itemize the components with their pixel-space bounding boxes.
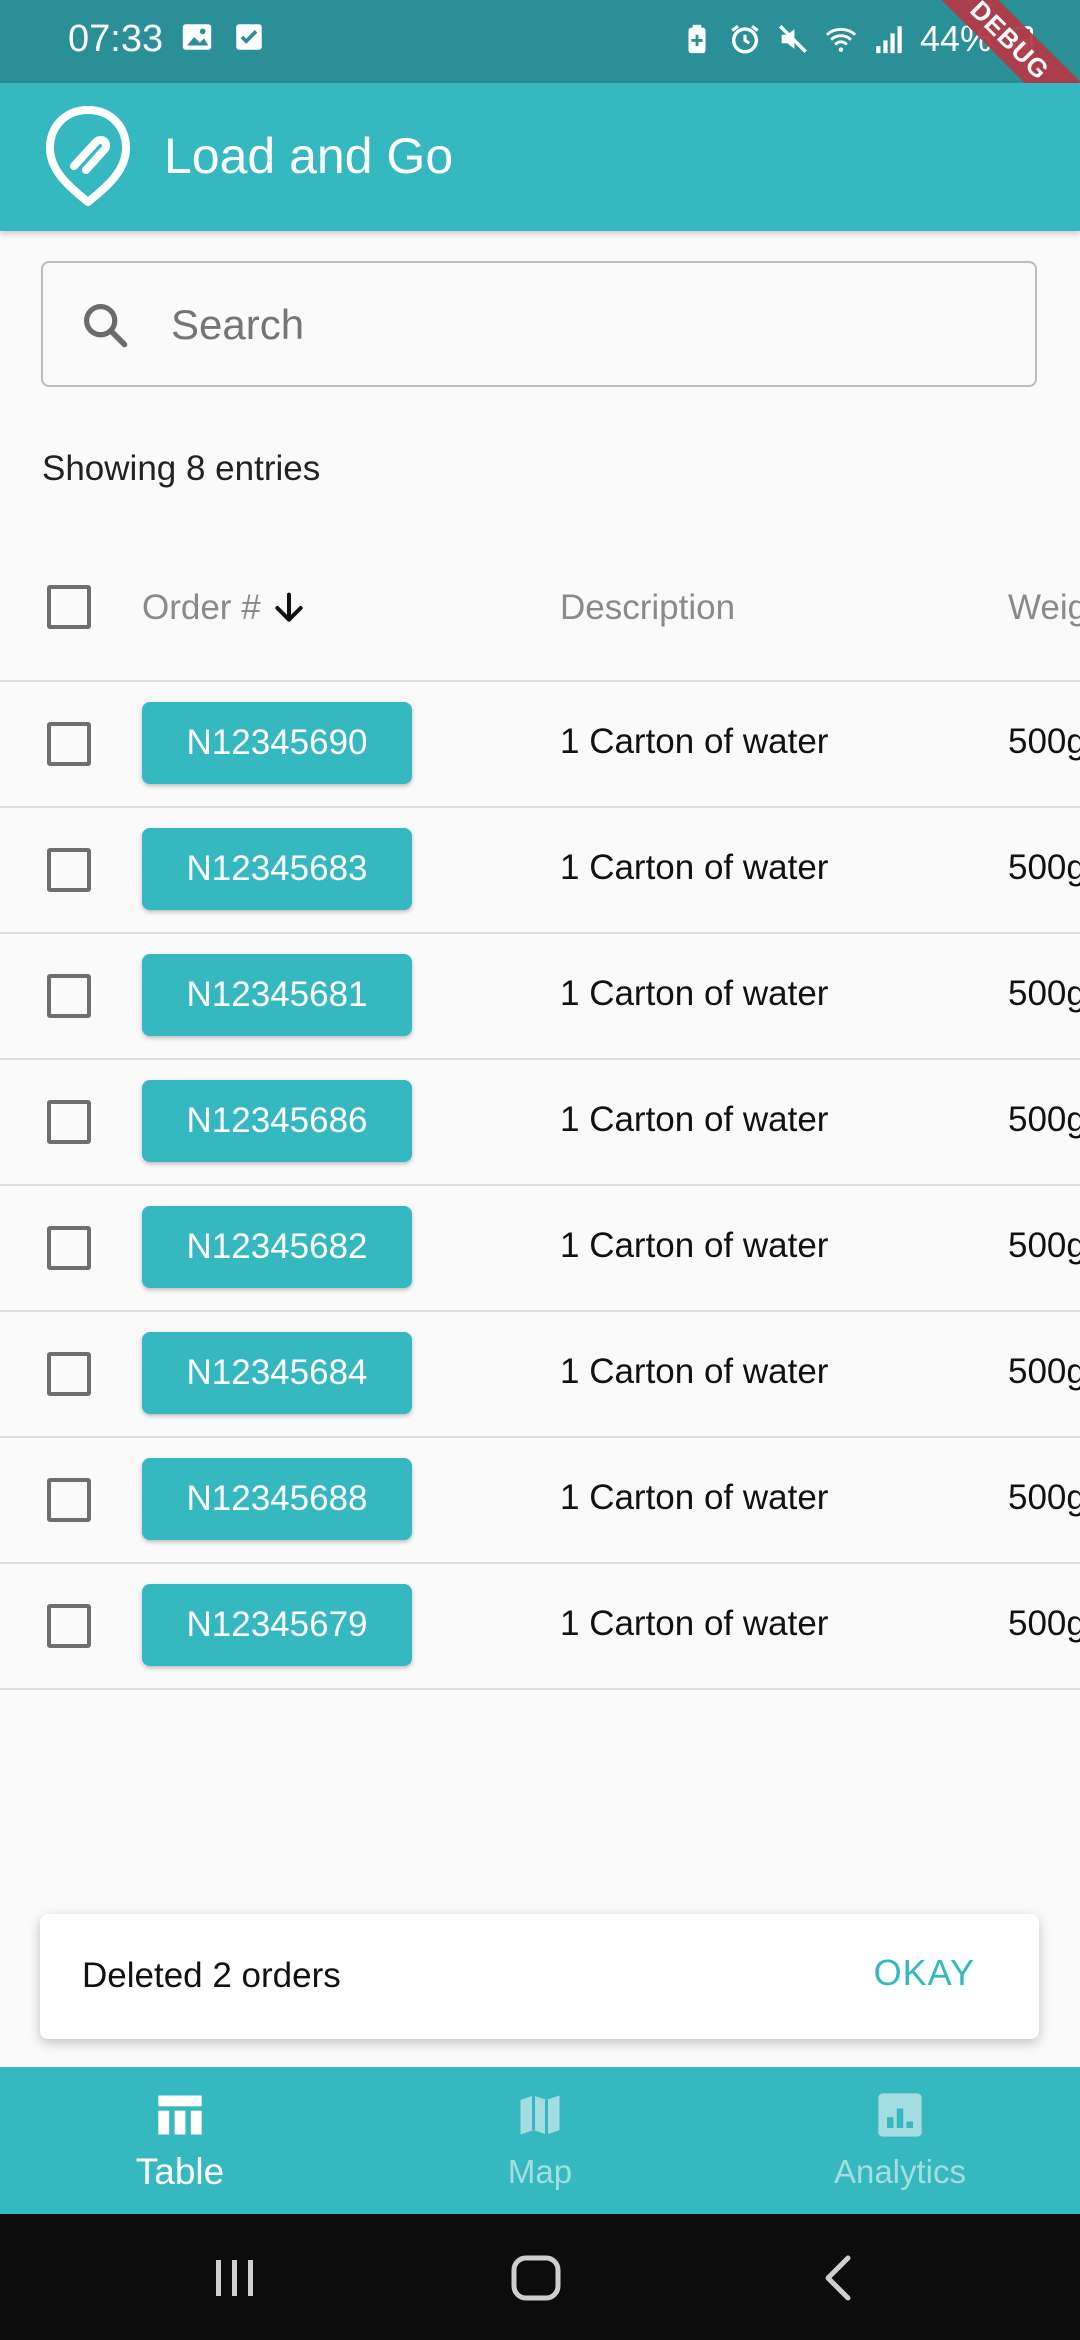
row-checkbox[interactable]: [47, 1100, 91, 1144]
entries-count: Showing 8 entries: [42, 449, 321, 488]
row-weight: 500g: [1008, 848, 1080, 887]
row-weight: 500g: [1008, 1352, 1080, 1391]
table-row[interactable]: N12345686 1 Carton of water 500g: [0, 1060, 1080, 1186]
order-number-chip[interactable]: N12345681: [142, 954, 412, 1036]
row-weight: 500g: [1008, 1226, 1080, 1265]
row-weight: 500g: [1008, 974, 1080, 1013]
signal-icon: [876, 26, 902, 54]
app-bar: Load and Go: [0, 83, 1080, 231]
table-icon: [158, 2095, 202, 2135]
bottom-navigation: Table Map Analytics: [0, 2067, 1080, 2214]
snackbar: Deleted 2 orders OKAY: [40, 1914, 1039, 2039]
alarm-icon: [731, 25, 759, 54]
table-row[interactable]: N12345688 1 Carton of water 500g: [0, 1438, 1080, 1564]
search-icon: [83, 303, 128, 348]
snackbar-okay-button[interactable]: OKAY: [874, 1952, 975, 1994]
nav-item-table[interactable]: Table: [0, 2067, 360, 2214]
snackbar-message: Deleted 2 orders: [82, 1956, 341, 1995]
column-header-label: Order #: [142, 588, 261, 627]
row-weight: 500g: [1008, 722, 1080, 761]
wifi-icon: [825, 27, 857, 52]
table-header: Order # Description Weig: [0, 540, 1080, 682]
home-icon[interactable]: [506, 2252, 566, 2304]
row-weight: 500g: [1008, 1478, 1080, 1517]
system-navigation-bar: [0, 2214, 1080, 2340]
row-description: 1 Carton of water: [560, 1100, 829, 1139]
row-checkbox[interactable]: [47, 1226, 91, 1270]
nav-label-analytics: Analytics: [833, 2153, 967, 2190]
row-weight: 500g: [1008, 1100, 1080, 1139]
order-number-chip[interactable]: N12345679: [142, 1584, 412, 1666]
analytics-icon: [878, 2093, 922, 2137]
row-description: 1 Carton of water: [560, 1478, 829, 1517]
row-checkbox[interactable]: [47, 1604, 91, 1648]
row-checkbox[interactable]: [47, 1478, 91, 1522]
order-number-chip[interactable]: N12345688: [142, 1458, 412, 1540]
row-description: 1 Carton of water: [560, 1604, 829, 1643]
row-checkbox[interactable]: [47, 722, 91, 766]
search-input[interactable]: [169, 263, 993, 387]
order-number-chip[interactable]: N12345683: [142, 828, 412, 910]
recent-apps-icon[interactable]: [205, 2252, 265, 2304]
row-description: 1 Carton of water: [560, 722, 829, 761]
order-number-chip[interactable]: N12345682: [142, 1206, 412, 1288]
table-row[interactable]: N12345690 1 Carton of water 500g: [0, 682, 1080, 808]
nav-item-map[interactable]: Map: [360, 2067, 720, 2214]
nav-label-map: Map: [507, 2153, 573, 2190]
column-header-order[interactable]: Order #: [142, 588, 309, 628]
row-description: 1 Carton of water: [560, 1226, 829, 1265]
table-row[interactable]: N12345681 1 Carton of water 500g: [0, 934, 1080, 1060]
status-bar: 07:33 44% DEBUG: [0, 0, 1080, 147]
battery-saver-icon: [688, 24, 706, 54]
column-header-weight[interactable]: Weig: [1008, 588, 1080, 628]
row-description: 1 Carton of water: [560, 848, 829, 887]
app-title: Load and Go: [164, 128, 454, 184]
order-number-chip[interactable]: N12345690: [142, 702, 412, 784]
row-weight: 500g: [1008, 1604, 1080, 1643]
table-row[interactable]: N12345683 1 Carton of water 500g: [0, 808, 1080, 934]
nav-item-analytics[interactable]: Analytics: [720, 2067, 1080, 2214]
table-row[interactable]: N12345682 1 Carton of water 500g: [0, 1186, 1080, 1312]
table-row[interactable]: N12345679 1 Carton of water 500g: [0, 1564, 1080, 1690]
sort-descending-icon: [274, 592, 303, 622]
row-checkbox[interactable]: [47, 1352, 91, 1396]
back-icon[interactable]: [810, 2252, 870, 2304]
orders-table: Order # Description Weig N12345690 1 Car…: [0, 540, 1080, 1690]
status-time: 07:33: [68, 18, 164, 60]
row-description: 1 Carton of water: [560, 1352, 829, 1391]
row-checkbox[interactable]: [47, 848, 91, 892]
task-check-icon: [236, 24, 262, 50]
app-logo-icon: [46, 106, 130, 206]
row-checkbox[interactable]: [47, 974, 91, 1018]
gallery-icon: [182, 24, 212, 50]
mute-icon: [778, 25, 807, 53]
search-box[interactable]: [41, 261, 1037, 387]
order-number-chip[interactable]: N12345684: [142, 1332, 412, 1414]
notification-icons: [180, 20, 266, 54]
select-all-checkbox[interactable]: [47, 585, 91, 629]
table-row[interactable]: N12345684 1 Carton of water 500g: [0, 1312, 1080, 1438]
row-description: 1 Carton of water: [560, 974, 829, 1013]
order-number-chip[interactable]: N12345686: [142, 1080, 412, 1162]
column-header-description[interactable]: Description: [560, 588, 735, 628]
map-icon: [520, 2095, 560, 2135]
nav-label-table: Table: [135, 2151, 225, 2192]
